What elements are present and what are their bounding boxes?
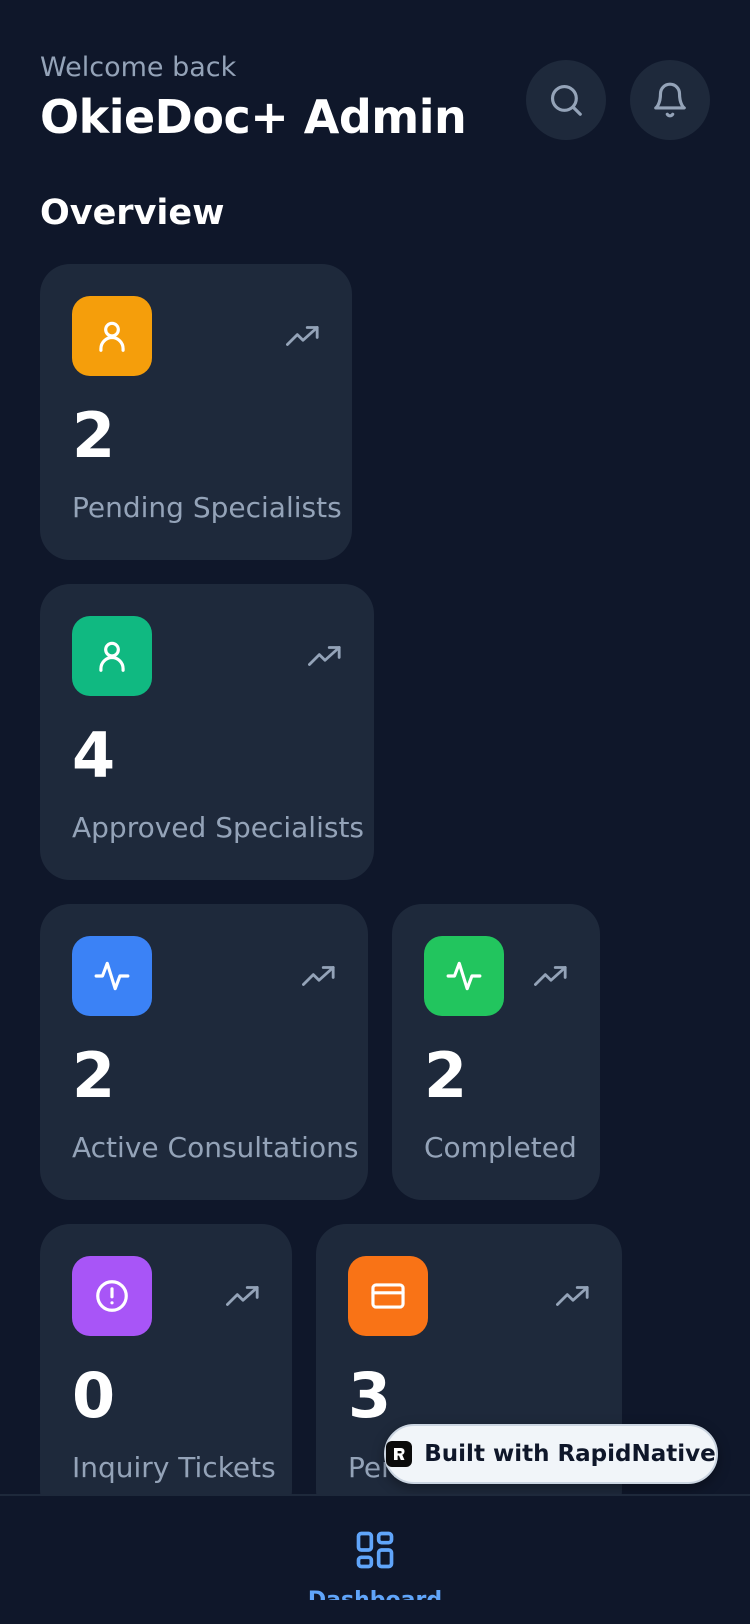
user-icon (72, 616, 152, 696)
stat-card-active-consultations[interactable]: 2 Active Consultations (40, 904, 368, 1200)
trending-up-icon (226, 1286, 259, 1306)
overview-title: Overview (40, 193, 225, 233)
stat-label: Completed (424, 1131, 577, 1164)
stat-value: 2 (72, 1039, 116, 1112)
trending-up-icon (286, 326, 319, 346)
welcome-text: Welcome back (40, 52, 237, 83)
bell-icon (654, 82, 686, 118)
user-icon (72, 296, 152, 376)
trending-up-icon (534, 966, 567, 986)
stat-label: Active Consultations (72, 1131, 359, 1164)
stat-value: 2 (424, 1039, 468, 1112)
stat-card-completed[interactable]: 2 Completed (392, 904, 600, 1200)
stat-value: 0 (72, 1359, 116, 1432)
page-title: OkieDoc+ Admin (40, 90, 467, 144)
stat-label: Pending Specialists (72, 491, 342, 524)
search-button[interactable] (526, 60, 606, 140)
admin-dashboard-screen: Welcome back OkieDoc+ Admin Overview 2 P… (0, 0, 750, 1624)
stat-value: 3 (348, 1359, 392, 1432)
trending-up-icon (308, 646, 341, 666)
rapidnative-logo-icon (386, 1441, 413, 1467)
bottom-tab-bar: Dashboard (0, 1494, 750, 1624)
trending-up-icon (556, 1286, 589, 1306)
tab-bar-bottom-edge (0, 1600, 750, 1624)
badge-text: Built with RapidNative (424, 1441, 716, 1467)
stat-value: 4 (72, 719, 116, 792)
stat-value: 2 (72, 399, 116, 472)
stat-card-inquiry-tickets[interactable]: 0 Inquiry Tickets (40, 1224, 292, 1520)
built-with-badge[interactable]: Built with RapidNative (384, 1424, 718, 1484)
stat-label: Inquiry Tickets (72, 1451, 276, 1484)
header: Welcome back OkieDoc+ Admin (40, 50, 467, 146)
activity-icon (424, 936, 504, 1016)
notifications-button[interactable] (630, 60, 710, 140)
activity-icon (72, 936, 152, 1016)
trending-up-icon (302, 966, 335, 986)
credit-card-icon (348, 1256, 428, 1336)
alert-circle-icon (72, 1256, 152, 1336)
layout-dashboard-icon (356, 1531, 394, 1569)
stat-label: Approved Specialists (72, 811, 365, 844)
stat-card-pending-specialists[interactable]: 2 Pending Specialists (40, 264, 352, 560)
stat-card-approved-specialists[interactable]: 4 Approved Specialists (40, 584, 374, 880)
search-icon (550, 84, 582, 116)
